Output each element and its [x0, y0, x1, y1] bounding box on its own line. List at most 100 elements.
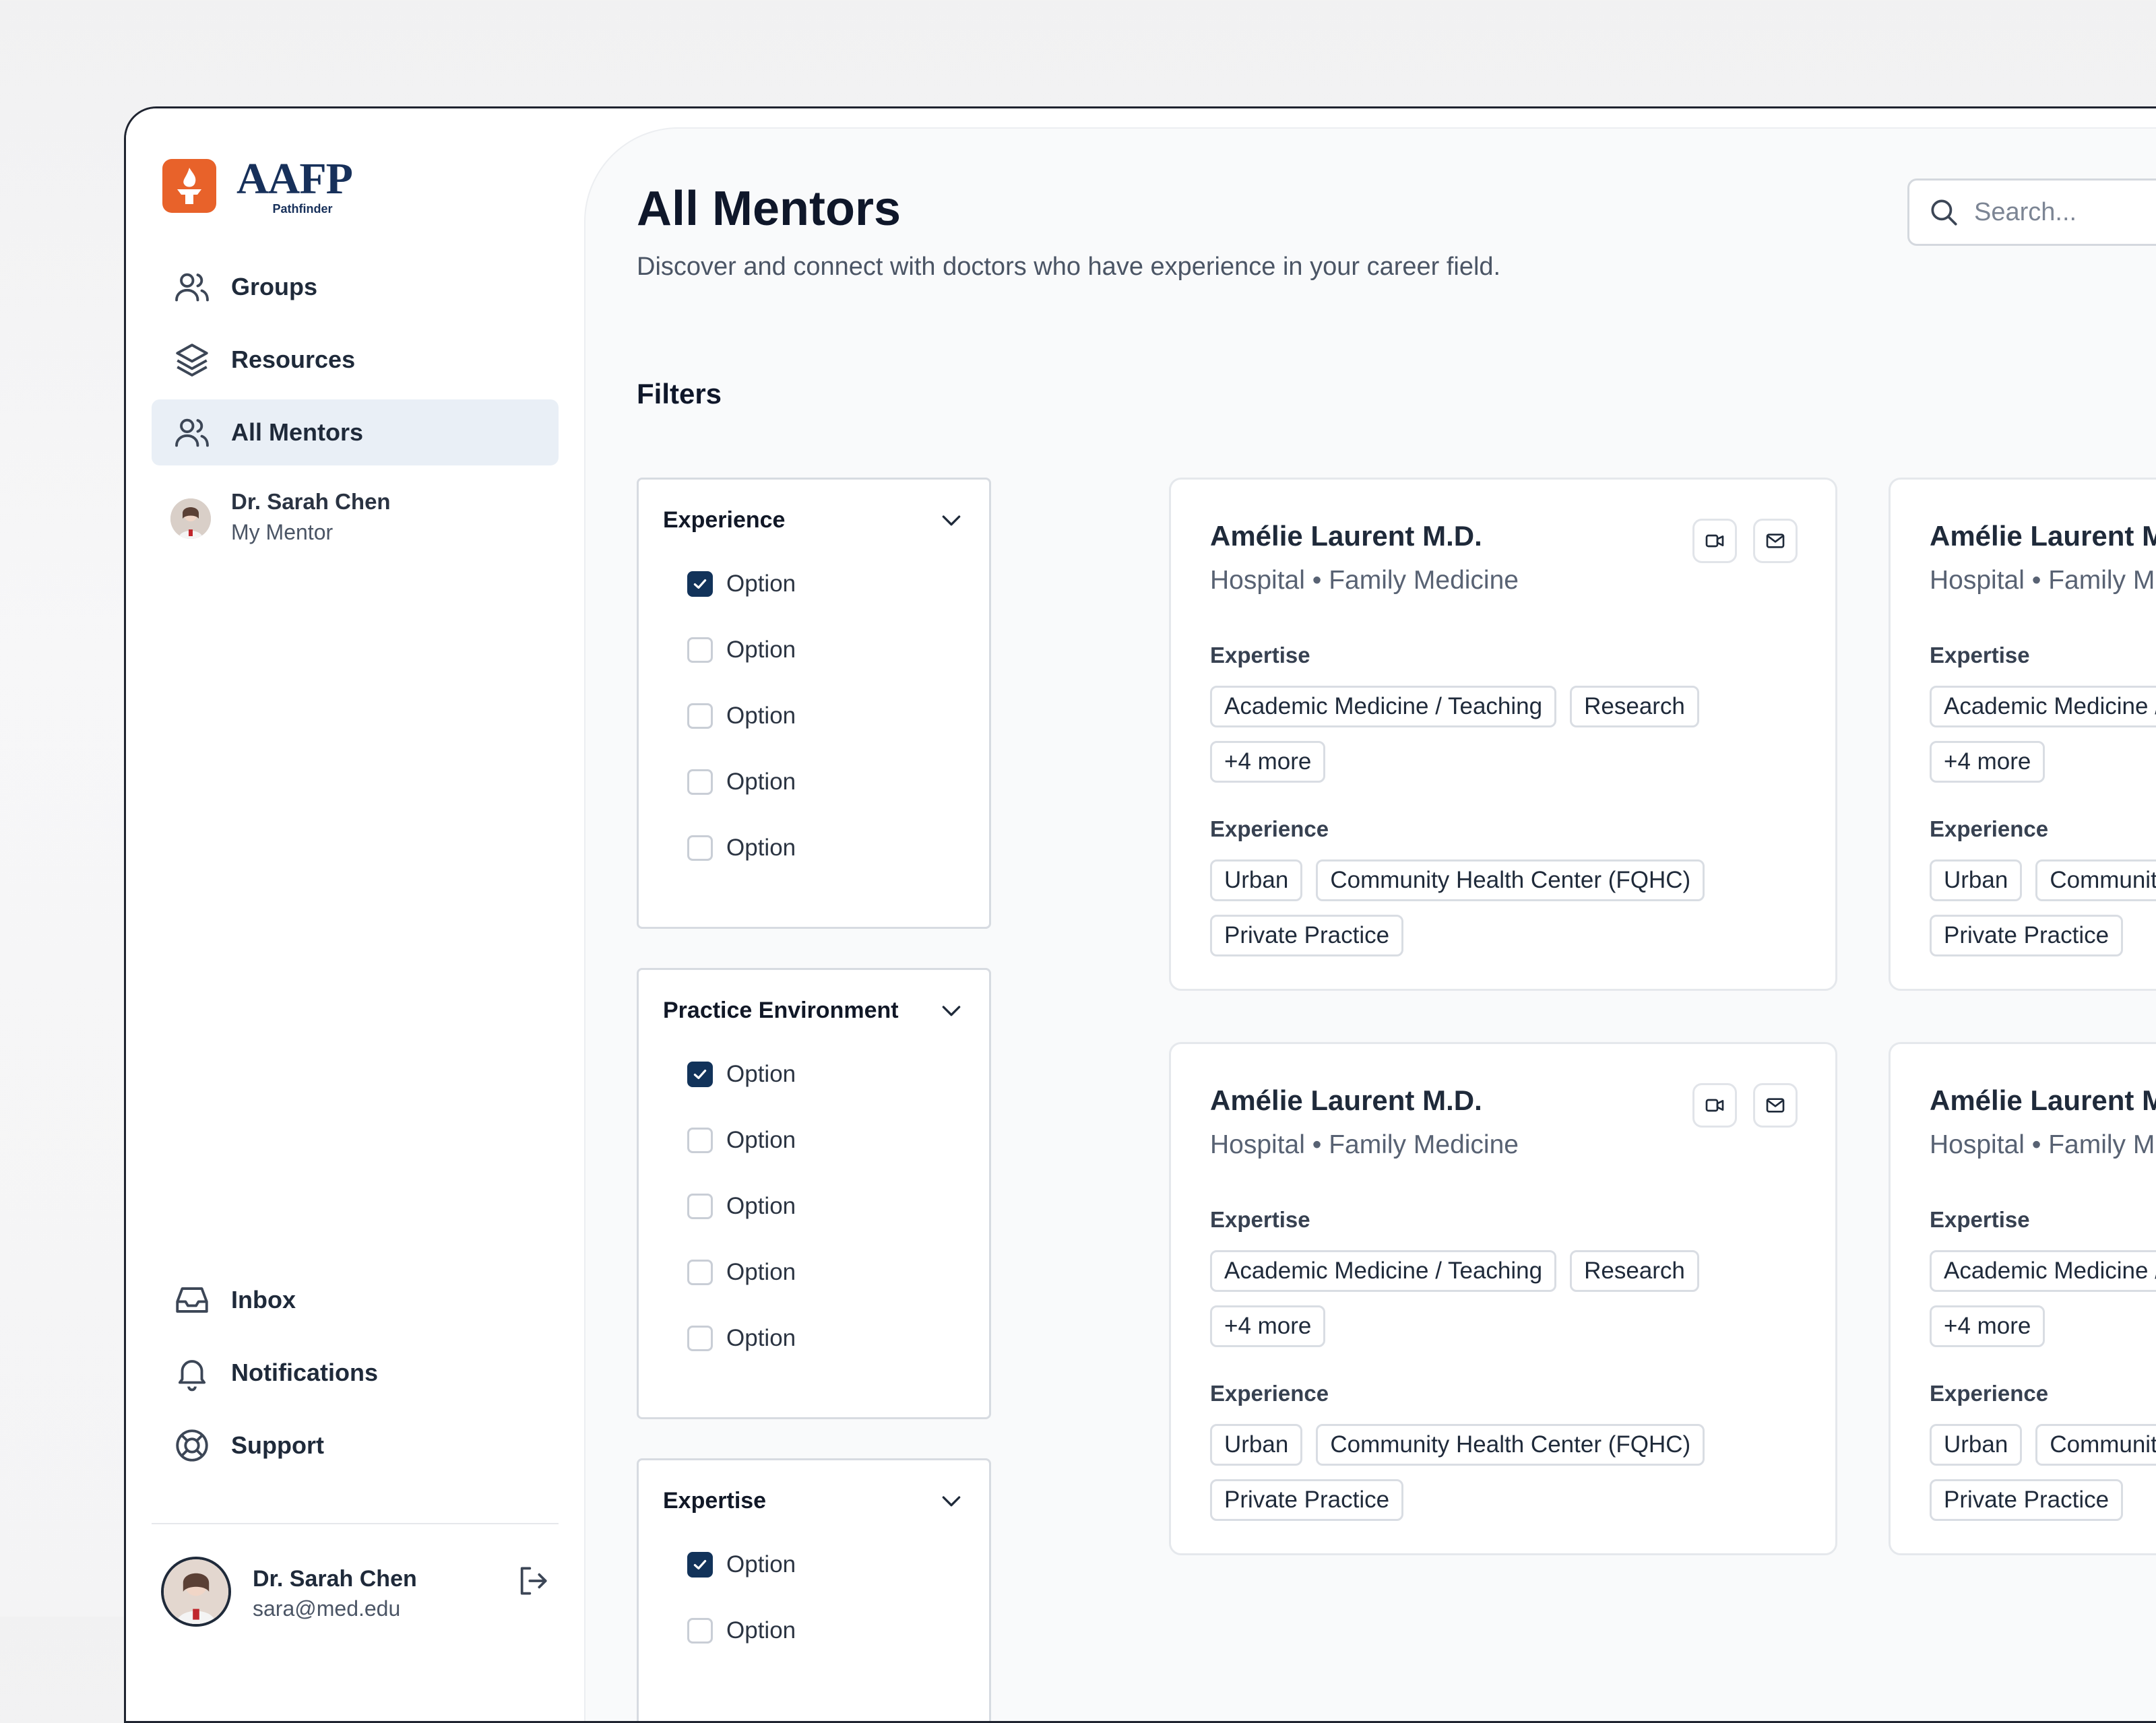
sidebar-item-groups[interactable]: Groups [152, 254, 559, 320]
user-email: sara@med.edu [253, 1596, 401, 1621]
checkbox[interactable] [687, 1128, 713, 1153]
expertise-label: Expertise [1930, 1207, 2030, 1232]
search-input[interactable] [1973, 197, 2156, 228]
more-tags-button[interactable]: +4 more [1210, 741, 1326, 783]
experience-tag: Private Practice [1210, 1479, 1404, 1521]
my-mentor-link[interactable]: Dr. Sarah Chen My Mentor [170, 489, 391, 545]
experience-tag: Community Health Center (FQHC) [1316, 1424, 1705, 1466]
sidebar-item-label: Groups [231, 273, 318, 300]
video-icon [1705, 534, 1724, 548]
sidebar-item-label: All Mentors [231, 418, 364, 446]
checkbox-checked[interactable] [687, 1552, 713, 1578]
user-profile[interactable]: Dr. Sarah Chen sara@med.edu [161, 1557, 552, 1627]
checkbox-checked[interactable] [687, 571, 713, 597]
filter-option[interactable]: Option [639, 815, 989, 881]
option-label: Option [726, 1325, 796, 1351]
search-box[interactable] [1907, 178, 2156, 246]
app-window: AAFP Pathfinder Groups Resources All Men… [124, 106, 2156, 1723]
avatar [170, 498, 211, 539]
message-button[interactable] [1753, 1083, 1798, 1128]
filter-header[interactable]: Expertise [639, 1460, 989, 1541]
experience-tag: Urban [1930, 859, 2023, 901]
bell-icon [172, 1353, 212, 1393]
inbox-icon [172, 1280, 212, 1320]
filter-option[interactable]: Option [639, 1239, 989, 1305]
chevron-down-icon [938, 997, 965, 1024]
more-tags-button[interactable]: +4 more [1930, 1305, 2046, 1347]
mentor-card[interactable]: Amélie Laurent M.D. Hospital • Family Me… [1169, 478, 1837, 991]
filter-option[interactable]: Option [639, 1041, 989, 1107]
sidebar: AAFP Pathfinder Groups Resources All Men… [126, 108, 584, 1721]
checkbox[interactable] [687, 1260, 713, 1285]
brand-title: AAFP [236, 154, 353, 203]
mentor-meta: Hospital • Family Medicine [1210, 1130, 1519, 1159]
filter-option[interactable]: Option [639, 617, 989, 683]
mentor-name: Amélie Laurent M.D. [1930, 520, 2156, 552]
checkbox[interactable] [687, 769, 713, 795]
experience-label: Experience [1930, 816, 2049, 841]
option-label: Option [726, 1193, 796, 1219]
filter-option[interactable]: Option [639, 551, 989, 617]
logout-icon[interactable] [514, 1562, 552, 1600]
filter-option[interactable]: Option [639, 1305, 989, 1371]
video-call-button[interactable] [1692, 1083, 1737, 1128]
sidebar-item-notifications[interactable]: Notifications [152, 1340, 559, 1406]
experience-tag: Urban [1210, 859, 1303, 901]
main-content: All Mentors Discover and connect with do… [584, 127, 2156, 1721]
mentor-card[interactable]: Amélie Laurent M.D. Hospital • Family Me… [1889, 1042, 2156, 1555]
experience-tag: Community Health Ce [2035, 859, 2156, 901]
filter-title: Practice Environment [663, 997, 899, 1023]
filter-header[interactable]: Practice Environment [639, 970, 989, 1051]
filter-option[interactable]: Option [639, 1173, 989, 1239]
checkbox-checked[interactable] [687, 1062, 713, 1087]
expertise-tag: Academic Medicine / Teaching [1210, 1250, 1557, 1292]
checkbox[interactable] [687, 1194, 713, 1219]
filter-option[interactable]: Option [639, 1598, 989, 1664]
layers-icon [172, 339, 212, 380]
check-icon [693, 579, 707, 589]
filter-option[interactable]: Option [639, 749, 989, 815]
mail-icon [1766, 1098, 1785, 1113]
sidebar-item-label: Support [231, 1431, 324, 1459]
experience-tag: Private Practice [1930, 915, 2124, 956]
checkbox[interactable] [687, 1326, 713, 1351]
option-label: Option [726, 703, 796, 729]
mentor-card[interactable]: Amélie Laurent M.D. Hospital • Family Me… [1889, 478, 2156, 991]
checkbox[interactable] [687, 637, 713, 663]
option-label: Option [726, 571, 796, 597]
filter-option[interactable]: Option [639, 1107, 989, 1173]
sidebar-item-all-mentors[interactable]: All Mentors [152, 399, 559, 465]
torch-icon [162, 159, 216, 213]
option-label: Option [726, 637, 796, 663]
more-tags-button[interactable]: +4 more [1210, 1305, 1326, 1347]
user-name: Dr. Sarah Chen [253, 1566, 417, 1592]
filter-group-expertise: Expertise Option Option [637, 1458, 991, 1721]
experience-label: Experience [1210, 1381, 1329, 1406]
sidebar-item-support[interactable]: Support [152, 1412, 559, 1478]
experience-tag: Community Health Ce [2035, 1424, 2156, 1466]
checkbox[interactable] [687, 703, 713, 729]
brand-logo[interactable]: AAFP Pathfinder [162, 154, 353, 215]
search-icon [1927, 195, 1961, 229]
message-button[interactable] [1753, 519, 1798, 563]
option-label: Option [726, 1551, 796, 1578]
chevron-down-icon [938, 1487, 965, 1514]
page-subtitle: Discover and connect with doctors who ha… [637, 253, 1501, 281]
mentor-card[interactable]: Amélie Laurent M.D. Hospital • Family Me… [1169, 1042, 1837, 1555]
video-call-button[interactable] [1692, 519, 1737, 563]
mentor-name: Dr. Sarah Chen [231, 489, 391, 514]
more-tags-button[interactable]: +4 more [1930, 741, 2046, 783]
expertise-tag: Academic Medicine / Teaching [1930, 1250, 2156, 1292]
checkbox[interactable] [687, 835, 713, 861]
life-buoy-icon [172, 1425, 212, 1466]
sidebar-item-resources[interactable]: Resources [152, 327, 559, 393]
filter-header[interactable]: Experience [639, 480, 989, 560]
experience-tag: Private Practice [1930, 1479, 2124, 1521]
filter-option[interactable]: Option [639, 683, 989, 749]
experience-label: Experience [1930, 1381, 2049, 1406]
expertise-label: Expertise [1930, 643, 2030, 668]
sidebar-item-inbox[interactable]: Inbox [152, 1267, 559, 1333]
filter-option[interactable]: Option [639, 1532, 989, 1598]
checkbox[interactable] [687, 1618, 713, 1644]
filter-group-practice-environment: Practice Environment Option Option Optio… [637, 968, 991, 1419]
